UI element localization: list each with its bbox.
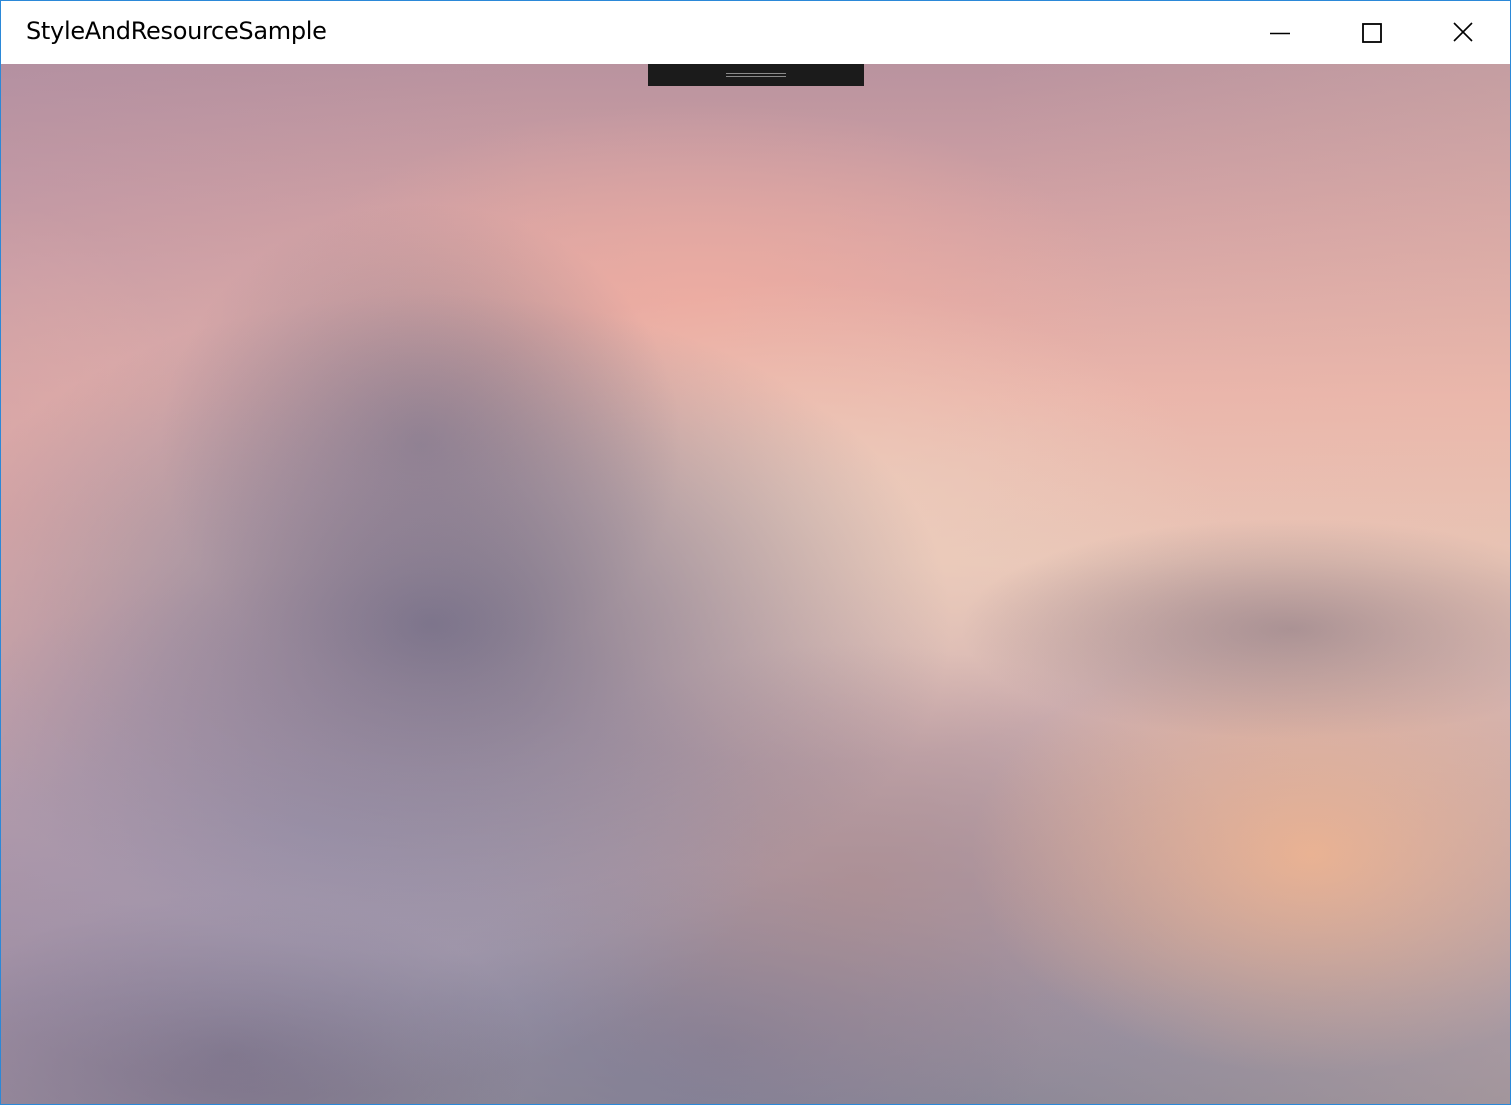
close-icon (1453, 22, 1473, 42)
close-button[interactable] (1418, 1, 1510, 64)
grip-line-top (726, 73, 786, 74)
minimize-button[interactable] (1234, 1, 1326, 64)
content-background (1, 64, 1510, 1104)
maximize-button[interactable] (1326, 1, 1418, 64)
grip-line-bottom (726, 76, 786, 77)
window-title: StyleAndResourceSample (26, 17, 327, 45)
app-window: StyleAndResourceSample (0, 0, 1511, 1105)
maximize-icon (1362, 23, 1382, 43)
title-bar[interactable]: StyleAndResourceSample (1, 1, 1510, 64)
drag-handle[interactable] (648, 64, 864, 86)
minimize-icon (1270, 32, 1290, 35)
